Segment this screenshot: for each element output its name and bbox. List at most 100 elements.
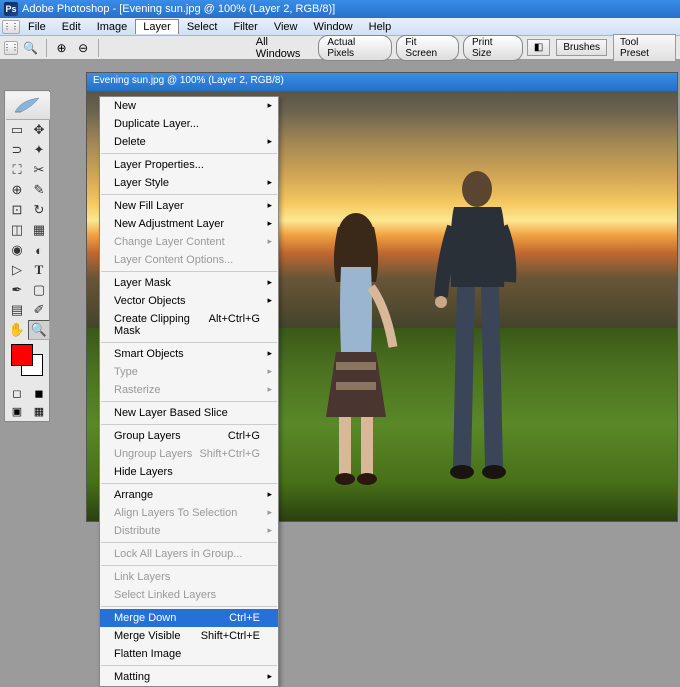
menubar-grip[interactable]: ⋮⋮ [2, 20, 20, 34]
menu-window[interactable]: Window [306, 19, 361, 35]
menu-item-merge-down[interactable]: Merge DownCtrl+E [100, 609, 278, 627]
history-brush-tool[interactable]: ↻ [28, 200, 50, 220]
menu-item-label: Delete [114, 136, 146, 148]
menu-item-label: Layer Mask [114, 277, 171, 289]
menu-item-vector-objects[interactable]: Vector Objects [100, 292, 278, 310]
screen-mode-1-icon[interactable]: ▣ [6, 402, 28, 420]
menu-item-label: Layer Style [114, 177, 169, 189]
path-tool[interactable]: ▷ [6, 260, 28, 280]
menu-item-new-adjustment-layer[interactable]: New Adjustment Layer [100, 215, 278, 233]
menu-item-smart-objects[interactable]: Smart Objects [100, 345, 278, 363]
pen-tool[interactable]: ✒ [6, 280, 28, 300]
eraser-tool[interactable]: ◫ [6, 220, 28, 240]
menu-select[interactable]: Select [179, 19, 226, 35]
menu-item-group-layers[interactable]: Group LayersCtrl+G [100, 427, 278, 445]
window-title: Adobe Photoshop - [Evening sun.jpg @ 100… [22, 3, 335, 15]
mode-grid: ◻ ◼ ▣ ▦ [6, 384, 48, 420]
menu-separator [101, 665, 277, 666]
quickmask-mode-icon[interactable]: ◼ [28, 384, 50, 402]
menu-item-label: New Fill Layer [114, 200, 184, 212]
menu-layer[interactable]: Layer [135, 19, 179, 34]
layer-dropdown-menu: NewDuplicate Layer... Delete Layer Propert… [99, 96, 279, 687]
wand-tool[interactable]: ✦ [28, 140, 50, 160]
zoom-tool[interactable]: 🔍 [28, 320, 50, 340]
tool-presets-palette-button[interactable]: Tool Preset [613, 34, 676, 62]
shape-tool[interactable]: ▢ [28, 280, 50, 300]
zoom-out-mode-icon[interactable]: ⊖ [74, 39, 92, 57]
menu-item-shortcut: Alt+Ctrl+G [209, 313, 260, 337]
gradient-tool[interactable]: ▦ [28, 220, 50, 240]
menu-item-label: Lock All Layers in Group... [114, 548, 242, 560]
figure-woman [311, 207, 401, 487]
menu-item-layer-mask[interactable]: Layer Mask [100, 274, 278, 292]
menu-item-duplicate-layer[interactable]: Duplicate Layer... [100, 115, 278, 133]
menu-item-label: Type [114, 366, 138, 378]
menu-item-align-layers-to-selection: Align Layers To Selection [100, 504, 278, 522]
print-size-button[interactable]: Print Size [463, 35, 523, 61]
notes-tool[interactable]: ▤ [6, 300, 28, 320]
type-tool[interactable]: T [28, 260, 50, 280]
menu-item-label: Vector Objects [114, 295, 186, 307]
menu-separator [101, 342, 277, 343]
optbar-grip[interactable]: ⋮⋮ [4, 41, 18, 55]
menu-item-shortcut: Shift+Ctrl+G [199, 448, 260, 460]
menu-item-new-fill-layer[interactable]: New Fill Layer [100, 197, 278, 215]
workspace: ▭ ✥ ⊃ ✦ ⛶ ✂ ⊕ ✎ ⊡ ↻ ◫ ▦ ◉ ◐ ▷ T ✒ ▢ ▤ ✐ … [0, 60, 680, 524]
hand-tool[interactable]: ✋ [6, 320, 28, 340]
menu-item-hide-layers[interactable]: Hide Layers [100, 463, 278, 481]
menu-item-arrange[interactable]: Arrange [100, 486, 278, 504]
standard-mode-icon[interactable]: ◻ [6, 384, 28, 402]
zoom-in-mode-icon[interactable]: ⊕ [53, 39, 71, 57]
fg-bg-colors[interactable] [11, 344, 43, 376]
palette-toggle-icon[interactable]: ◧ [527, 39, 550, 56]
slice-tool[interactable]: ✂ [28, 160, 50, 180]
brushes-palette-button[interactable]: Brushes [556, 39, 607, 56]
feather-icon [13, 96, 43, 116]
menu-item-new[interactable]: New [100, 97, 278, 115]
crop-tool[interactable]: ⛶ [6, 160, 28, 180]
document-titlebar[interactable]: Evening sun.jpg @ 100% (Layer 2, RGB/8) [87, 73, 677, 91]
menu-separator [101, 424, 277, 425]
healing-tool[interactable]: ⊕ [6, 180, 28, 200]
menu-separator [101, 565, 277, 566]
stamp-tool[interactable]: ⊡ [6, 200, 28, 220]
menu-item-delete[interactable]: Delete [100, 133, 278, 151]
menu-item-merge-visible[interactable]: Merge VisibleShift+Ctrl+E [100, 627, 278, 645]
menu-item-matting[interactable]: Matting [100, 668, 278, 686]
fit-screen-button[interactable]: Fit Screen [396, 35, 459, 61]
menu-item-label: Layer Properties... [114, 159, 204, 171]
menu-item-ungroup-layers: Ungroup LayersShift+Ctrl+G [100, 445, 278, 463]
blur-tool[interactable]: ◉ [6, 240, 28, 260]
menu-item-new-layer-based-slice[interactable]: New Layer Based Slice [100, 404, 278, 422]
brush-tool[interactable]: ✎ [28, 180, 50, 200]
menu-file[interactable]: File [20, 19, 54, 35]
menu-view[interactable]: View [266, 19, 306, 35]
dodge-tool[interactable]: ◐ [28, 240, 50, 260]
menu-item-label: Link Layers [114, 571, 170, 583]
options-bar: ⋮⋮ 🔍 ⊕ ⊖ All Windows Actual Pixels Fit S… [0, 36, 680, 60]
screen-mode-2-icon[interactable]: ▦ [28, 402, 50, 420]
marquee-tool[interactable]: ▭ [6, 120, 28, 140]
menu-item-label: Layer Content Options... [114, 254, 233, 266]
menu-item-label: Create Clipping Mask [114, 313, 209, 337]
toolbox-header[interactable] [6, 92, 50, 120]
menu-filter[interactable]: Filter [225, 19, 265, 35]
menu-item-lock-all-layers-in-group: Lock All Layers in Group... [100, 545, 278, 563]
menu-item-label: Flatten Image [114, 648, 181, 660]
menu-image[interactable]: Image [89, 19, 136, 35]
menu-separator [101, 542, 277, 543]
zoom-in-icon[interactable]: 🔍 [22, 39, 40, 57]
menu-item-create-clipping-mask[interactable]: Create Clipping MaskAlt+Ctrl+G [100, 310, 278, 340]
foreground-color-swatch[interactable] [11, 344, 33, 366]
menu-edit[interactable]: Edit [54, 19, 89, 35]
lasso-tool[interactable]: ⊃ [6, 140, 28, 160]
move-tool[interactable]: ✥ [28, 120, 50, 140]
actual-pixels-button[interactable]: Actual Pixels [318, 35, 392, 61]
eyedropper-tool[interactable]: ✐ [28, 300, 50, 320]
menu-help[interactable]: Help [361, 19, 400, 35]
menu-item-shortcut: Ctrl+G [228, 430, 260, 442]
menu-item-flatten-image[interactable]: Flatten Image [100, 645, 278, 663]
tool-grid: ▭ ✥ ⊃ ✦ ⛶ ✂ ⊕ ✎ ⊡ ↻ ◫ ▦ ◉ ◐ ▷ T ✒ ▢ ▤ ✐ … [6, 120, 48, 340]
menu-item-layer-style[interactable]: Layer Style [100, 174, 278, 192]
menu-item-layer-properties[interactable]: Layer Properties... [100, 156, 278, 174]
